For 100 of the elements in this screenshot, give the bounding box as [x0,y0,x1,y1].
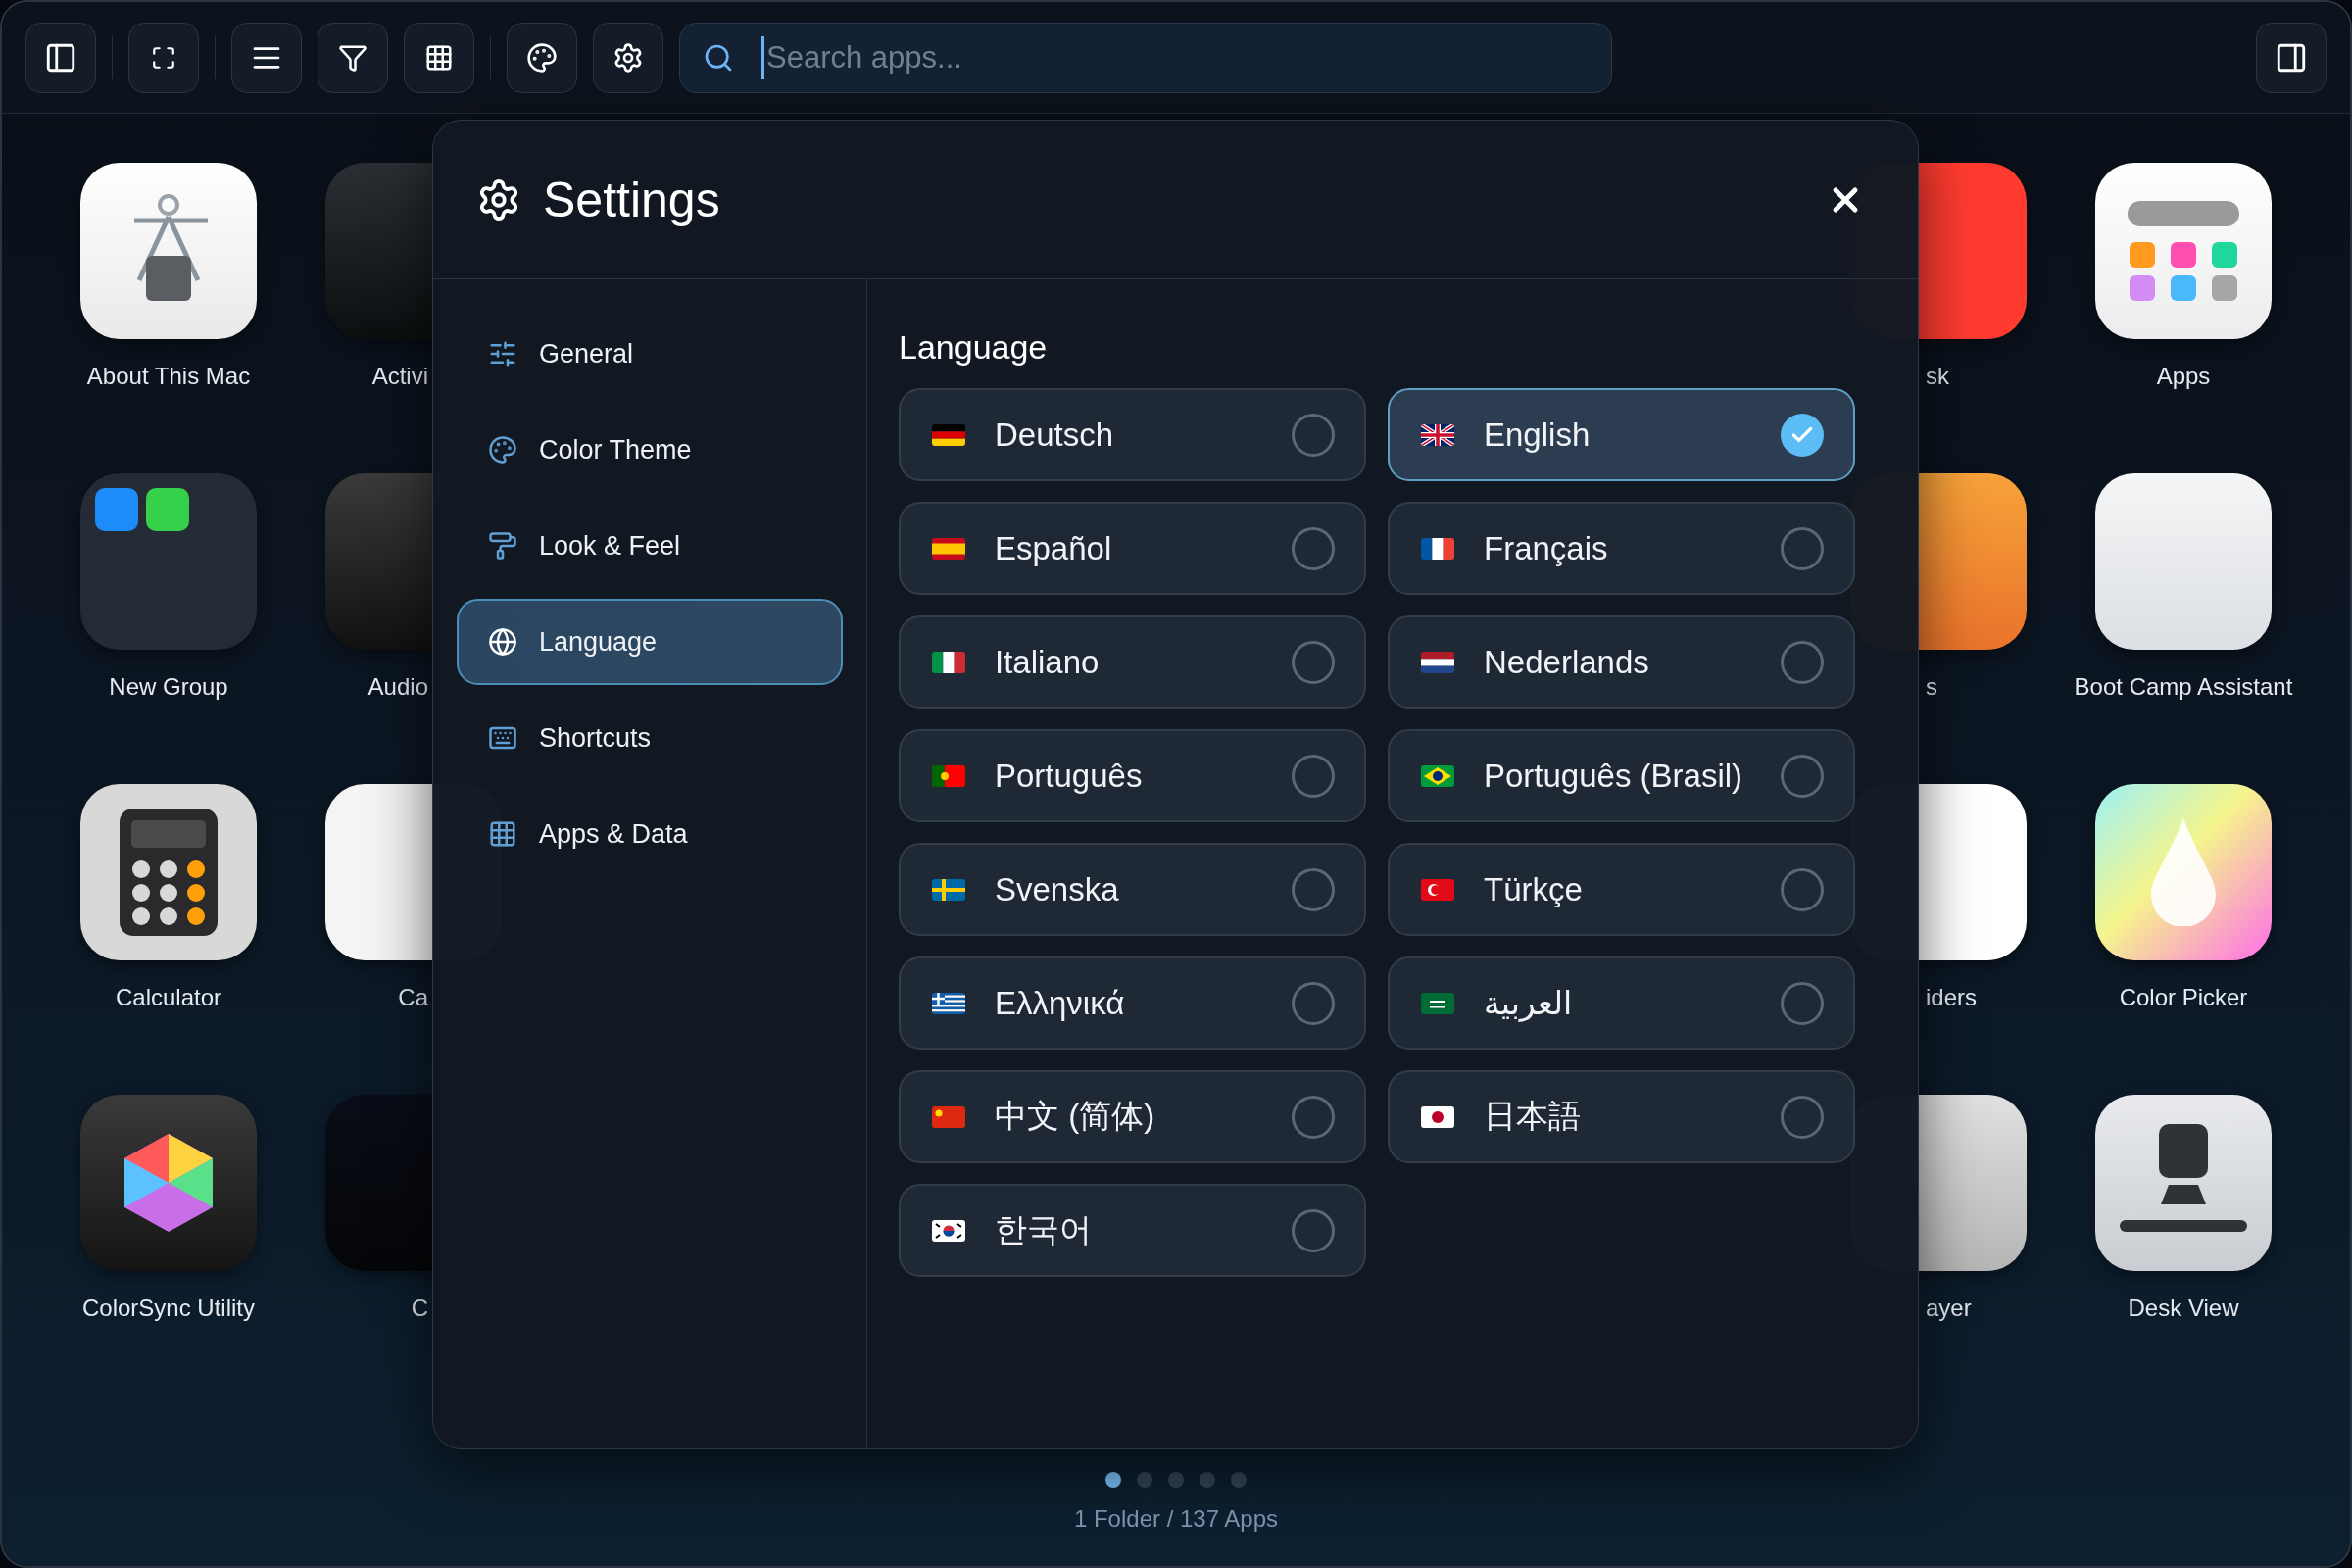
filter-button[interactable] [318,22,388,93]
page-dot[interactable] [1168,1472,1184,1488]
language-option[interactable]: Ελληνικά [899,956,1366,1050]
sidebar-item[interactable]: Color Theme [457,407,843,493]
section-title: Language [899,328,1049,367]
list-view-button[interactable] [231,22,302,93]
radio-button[interactable] [1292,754,1335,798]
flag-icon [1421,537,1454,560]
language-name: Nederlands [1484,643,1650,681]
flag-icon [932,537,965,560]
language-option[interactable]: Português [899,729,1366,822]
page-dot[interactable] [1231,1472,1247,1488]
radio-button[interactable] [1781,867,1824,911]
language-name: Ελληνικά [995,984,1126,1022]
language-option[interactable]: Italiano [899,615,1366,709]
sidebar-toggle-button[interactable] [25,22,96,93]
language-option[interactable]: Français [1388,502,1855,595]
app-icon[interactable] [80,163,257,339]
text-cursor [761,35,764,79]
page-dot[interactable] [1137,1472,1152,1488]
language-option[interactable]: Türkçe [1388,843,1855,936]
page-dot[interactable] [1105,1472,1121,1488]
language-name: Deutsch [995,416,1115,454]
grid-view-button[interactable] [404,22,474,93]
language-option[interactable]: 中文 (简体) [899,1070,1366,1163]
language-option[interactable]: Deutsch [899,388,1366,481]
language-name: Türkçe [1484,870,1584,908]
language-option[interactable]: English [1388,388,1855,481]
app-icon[interactable] [80,1095,257,1271]
language-name: 日本語 [1484,1097,1582,1136]
search-field[interactable]: Search apps... [679,22,1612,93]
app-label: Desk View [2128,1295,2239,1322]
flag-icon [932,764,965,787]
app-label: Apps [2156,363,2211,390]
radio-button[interactable] [1781,640,1824,684]
app-label: About This Mac [86,363,251,390]
radio-button[interactable] [1292,1208,1335,1252]
language-name: 中文 (简体) [995,1097,1156,1136]
language-name: Français [1484,529,1609,567]
app-icon[interactable] [80,473,257,650]
app-label: iders [1926,984,1978,1011]
app-label: ColorSync Utility [81,1295,255,1322]
fullscreen-button[interactable] [128,22,199,93]
flag-icon [1421,423,1454,446]
language-option[interactable]: Nederlands [1388,615,1855,709]
language-option[interactable]: Español [899,502,1366,595]
language-name: Português [995,757,1144,795]
radio-button[interactable] [1292,526,1335,570]
language-name: Italiano [995,643,1101,681]
page-dot[interactable] [1200,1472,1215,1488]
flag-icon [1421,1105,1454,1128]
grid-icon [488,819,517,849]
expand-icon [151,44,176,71]
app-label: New Group [109,673,228,701]
radio-button[interactable] [1292,1095,1335,1139]
settings-button[interactable] [593,22,663,93]
flag-icon [1421,651,1454,673]
palette-button[interactable] [507,22,577,93]
app-label: ayer [1926,1295,1972,1322]
sidebar-item[interactable]: Language [457,599,843,685]
app-label: Boot Camp Assistant [2074,673,2293,701]
app-icon[interactable] [2095,163,2272,339]
radio-button[interactable] [1781,526,1824,570]
palette-icon [488,435,517,465]
radio-button[interactable] [1781,1095,1824,1139]
sidebar-item[interactable]: Apps & Data [457,791,843,877]
flag-icon [1421,764,1454,787]
app-icon[interactable] [2095,784,2272,960]
palette-icon [526,41,558,74]
app-icon[interactable] [2095,473,2272,650]
language-option[interactable]: Svenska [899,843,1366,936]
app-icon[interactable] [2095,1095,2272,1271]
radio-button[interactable] [1292,413,1335,457]
language-option[interactable]: Português (Brasil) [1388,729,1855,822]
radio-button[interactable] [1292,640,1335,684]
language-name: Svenska [995,870,1120,908]
language-option[interactable]: 한국어 [899,1184,1366,1277]
radio-button[interactable] [1781,754,1824,798]
app-label: Activi [371,363,428,390]
dialog-title: Settings [543,171,721,228]
sidebar-item[interactable]: General [457,311,843,397]
sidebar-item[interactable]: Look & Feel [457,503,843,589]
radio-button[interactable] [1292,867,1335,911]
flag-icon [932,1105,965,1128]
flag-icon [932,651,965,673]
radio-button[interactable] [1292,981,1335,1025]
radio-button[interactable] [1781,981,1824,1025]
app-icon[interactable] [80,784,257,960]
language-option[interactable]: 日本語 [1388,1070,1855,1163]
flag-icon [932,423,965,446]
app-label: Color Picker [2119,984,2248,1011]
language-name: English [1484,416,1592,454]
language-option[interactable]: العربية [1388,956,1855,1050]
sidebar-item[interactable]: Shortcuts [457,695,843,781]
flag-icon [932,1219,965,1242]
radio-button[interactable] [1781,413,1824,457]
right-panel-button[interactable] [2256,22,2327,93]
flag-icon [1421,992,1454,1014]
sliders-icon [488,339,517,368]
language-name: Español [995,529,1113,567]
